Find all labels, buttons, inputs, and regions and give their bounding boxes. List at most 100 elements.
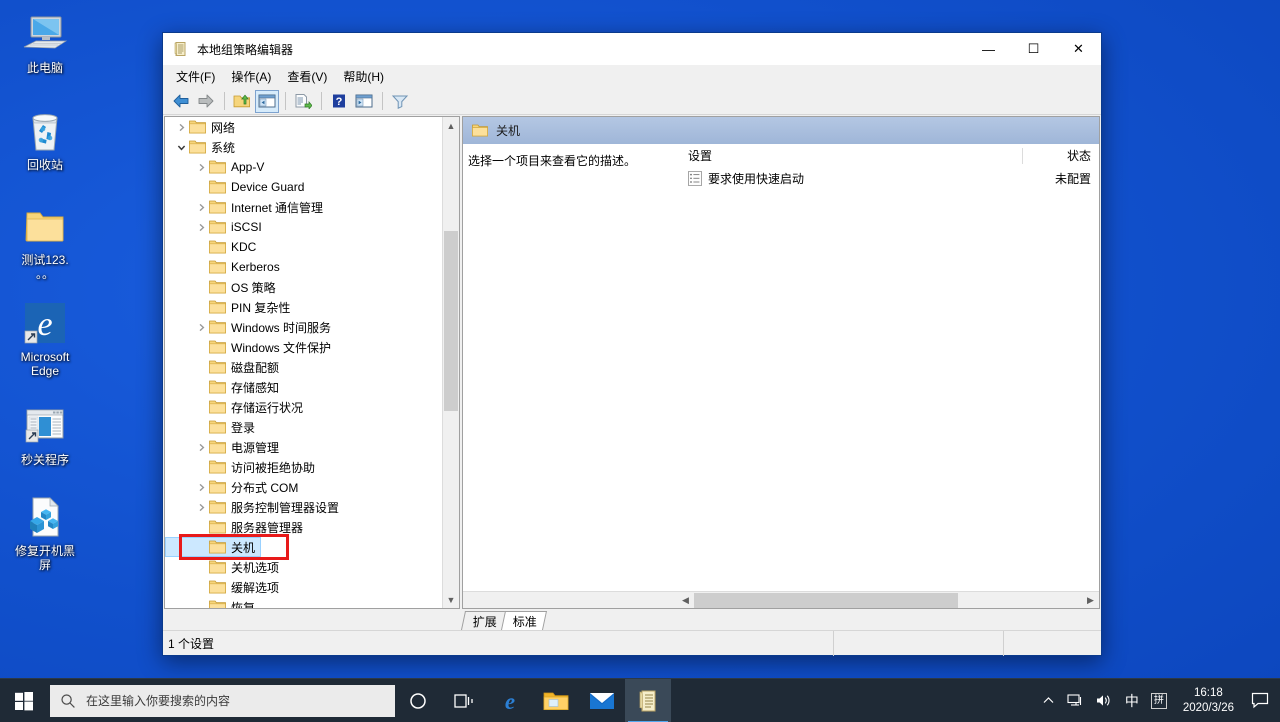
folder-icon: [209, 440, 226, 454]
tree-item[interactable]: 缓解选项: [165, 577, 442, 597]
tree-item[interactable]: 分布式 COM: [165, 477, 442, 497]
scroll-up-arrow-icon[interactable]: ▲: [443, 117, 459, 134]
menu-view[interactable]: 查看(V): [279, 65, 335, 88]
tree-item[interactable]: 关机选项: [165, 557, 442, 577]
scroll-down-arrow-icon[interactable]: ▼: [443, 591, 459, 608]
desktop-icon-this-pc[interactable]: 此电脑: [8, 0, 82, 75]
tree-item[interactable]: 访问被拒绝协助: [165, 457, 442, 477]
tree-item[interactable]: Windows 文件保护: [165, 337, 442, 357]
tree-item[interactable]: 服务控制管理器设置: [165, 497, 442, 517]
window-titlebar[interactable]: 本地组策略编辑器 — ☐ ✕: [163, 33, 1101, 65]
tree-item[interactable]: OS 策略: [165, 277, 442, 297]
tree-vertical-scrollbar[interactable]: ▲ ▼: [442, 117, 459, 608]
tree-item-label: Kerberos: [231, 260, 280, 274]
svg-text:e: e: [37, 306, 52, 343]
tree-expander-placeholder: [193, 279, 209, 295]
show-hidden-icons-button[interactable]: [1036, 679, 1061, 722]
tree-item[interactable]: Device Guard: [165, 177, 442, 197]
help-button[interactable]: ?: [327, 90, 351, 113]
search-input[interactable]: 在这里输入你要搜索的内容: [50, 684, 395, 717]
tree-item[interactable]: 存储运行状况: [165, 397, 442, 417]
menu-file[interactable]: 文件(F): [168, 65, 223, 88]
show-hide-tree-button[interactable]: [255, 89, 279, 113]
details-horizontal-scrollbar[interactable]: ◀ ▶: [463, 591, 1099, 608]
maximize-button[interactable]: ☐: [1011, 33, 1056, 65]
chevron-right-icon[interactable]: [193, 219, 209, 235]
desktop-icon-quick-shutdown[interactable]: 秒关程序: [8, 378, 82, 467]
statusbar-text: 1 个设置: [168, 636, 215, 651]
chevron-down-icon[interactable]: [173, 139, 189, 155]
tab-extended[interactable]: 扩展: [460, 611, 508, 630]
chevron-right-icon[interactable]: [173, 119, 189, 135]
scroll-thumb[interactable]: [444, 231, 458, 411]
menu-action[interactable]: 操作(A): [223, 65, 279, 88]
properties-button[interactable]: [352, 90, 376, 113]
taskbar-task-view[interactable]: [441, 679, 487, 722]
tree-item[interactable]: 登录: [165, 417, 442, 437]
tree-item[interactable]: iSCSI: [165, 217, 442, 237]
folder-icon: [209, 460, 226, 474]
policy-tree[interactable]: 网络 系统 App-V Device Guard Internet 通信管理 iSCSI K…: [165, 117, 442, 608]
tree-item[interactable]: 系统: [165, 137, 442, 157]
filter-button[interactable]: [388, 90, 412, 113]
tree-item[interactable]: KDC: [165, 237, 442, 257]
taskbar-gpedit[interactable]: [625, 678, 671, 722]
hscroll-right-arrow-icon[interactable]: ▶: [1082, 592, 1099, 609]
chevron-right-icon[interactable]: [193, 479, 209, 495]
chevron-right-icon[interactable]: [193, 199, 209, 215]
start-button[interactable]: [0, 679, 48, 722]
toolbar: ?: [163, 88, 1101, 115]
tree-item-label: 系统: [211, 140, 236, 155]
action-center-button[interactable]: [1244, 679, 1276, 722]
chevron-right-icon[interactable]: [193, 439, 209, 455]
tree-item[interactable]: Internet 通信管理: [165, 197, 442, 217]
hscroll-track[interactable]: [694, 592, 1082, 609]
scroll-document-icon: [639, 690, 656, 711]
local-group-policy-editor-window: 本地组策略编辑器 — ☐ ✕ 文件(F) 操作(A) 查看(V) 帮助(H) ?…: [162, 32, 1102, 656]
tree-item[interactable]: 磁盘配额: [165, 357, 442, 377]
task-view-icon: [454, 693, 473, 708]
taskbar-edge[interactable]: e: [487, 679, 533, 722]
tree-item[interactable]: 关机: [165, 537, 442, 557]
tree-item[interactable]: PIN 复杂性: [165, 297, 442, 317]
tab-standard[interactable]: 标准: [500, 611, 548, 630]
hscroll-left-arrow-icon[interactable]: ◀: [677, 592, 694, 609]
settings-list: 设置 状态 要求使用快速启动 未配置: [677, 144, 1099, 591]
network-button[interactable]: [1061, 679, 1090, 722]
forward-button[interactable]: [194, 90, 218, 113]
volume-button[interactable]: [1090, 679, 1119, 722]
minimize-button[interactable]: —: [966, 33, 1011, 65]
desktop-icon-recycle-bin[interactable]: 回收站: [8, 75, 82, 172]
svg-text:e: e: [505, 689, 515, 714]
desktop-icon-fix-blackscreen[interactable]: 修复开机黑 屏: [8, 467, 82, 572]
column-header-setting[interactable]: 设置: [688, 147, 1022, 164]
tree-item[interactable]: Kerberos: [165, 257, 442, 277]
chevron-right-icon[interactable]: [193, 499, 209, 515]
tree-item[interactable]: App-V: [165, 157, 442, 177]
hscroll-thumb[interactable]: [694, 592, 958, 608]
column-header-state[interactable]: 状态: [1023, 147, 1099, 164]
back-button[interactable]: [169, 90, 193, 113]
scroll-track[interactable]: [443, 134, 459, 591]
chevron-right-icon[interactable]: [193, 159, 209, 175]
taskbar-cortana[interactable]: [395, 679, 441, 722]
taskbar-mail[interactable]: [579, 679, 625, 722]
taskbar-file-explorer[interactable]: [533, 679, 579, 722]
tree-item[interactable]: 电源管理: [165, 437, 442, 457]
desktop-icon-test-folder[interactable]: 测试123. 。。: [8, 172, 82, 281]
desktop-icon-microsoft-edge[interactable]: e Microsoft Edge: [8, 281, 82, 378]
tree-item[interactable]: 存储感知: [165, 377, 442, 397]
menu-help[interactable]: 帮助(H): [335, 65, 392, 88]
tree-item[interactable]: 网络: [165, 117, 442, 137]
tree-item[interactable]: 服务器管理器: [165, 517, 442, 537]
clock[interactable]: 16:18 2020/3/26: [1173, 679, 1244, 722]
setting-row[interactable]: 要求使用快速启动 未配置: [678, 167, 1099, 190]
tree-item[interactable]: Windows 时间服务: [165, 317, 442, 337]
export-list-button[interactable]: [291, 90, 315, 113]
ime-mode-button[interactable]: 中: [1119, 679, 1145, 722]
tree-item[interactable]: 恢复: [165, 597, 442, 608]
close-button[interactable]: ✕: [1056, 33, 1101, 65]
up-one-level-button[interactable]: [230, 90, 254, 113]
ime-pinyin-button[interactable]: 拼: [1145, 679, 1173, 722]
chevron-right-icon[interactable]: [193, 319, 209, 335]
